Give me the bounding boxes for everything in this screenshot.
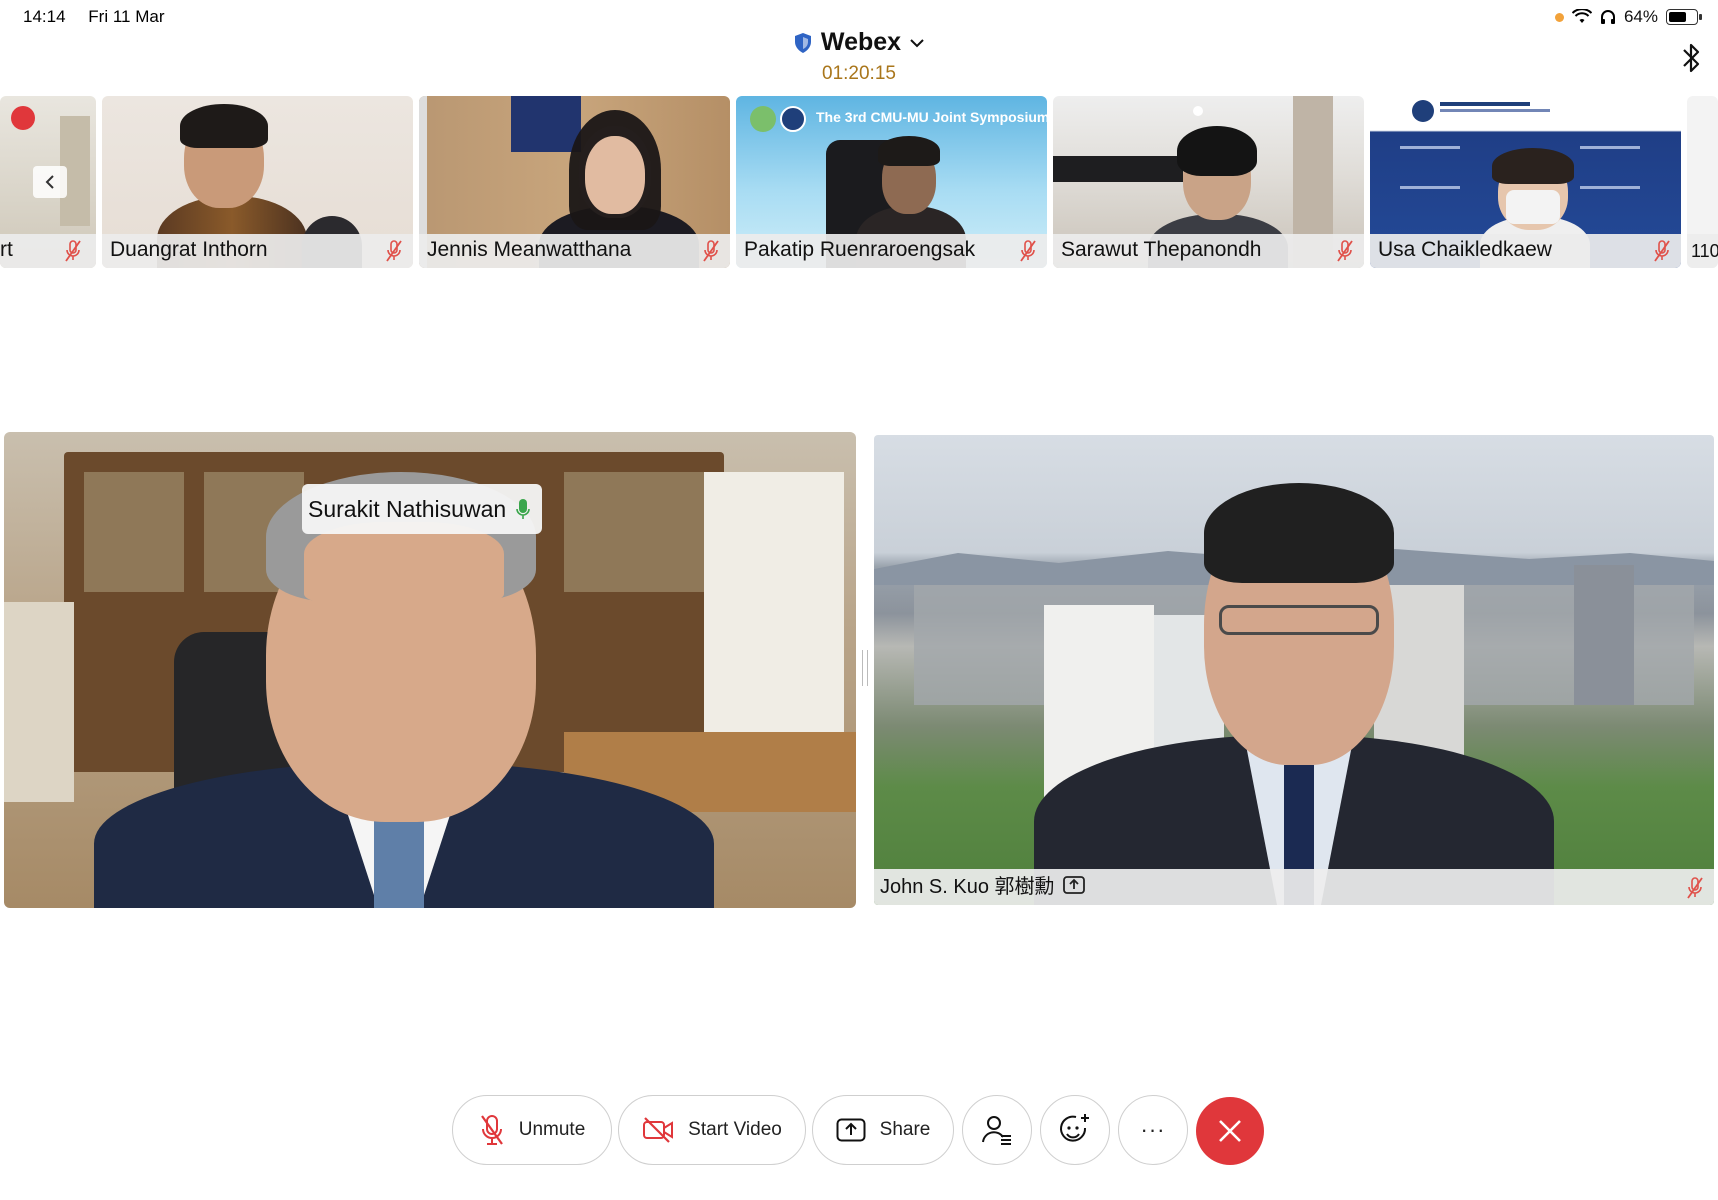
participant-name: rt — [0, 238, 13, 261]
mic-muted-icon — [1337, 240, 1353, 262]
university-logo-icon — [780, 106, 806, 132]
status-date: Fri 11 Mar — [88, 7, 165, 26]
slide-banner: The 3rd CMU-MU Joint Symposium — [816, 109, 1047, 125]
unmute-label: Unmute — [518, 1119, 586, 1140]
more-options-button[interactable]: ··· — [1118, 1095, 1188, 1165]
participant-tile-partial-right[interactable]: 110 — [1687, 96, 1718, 268]
participant-name: Sarawut Thepanondh — [1061, 238, 1262, 261]
participant-name: Usa Chaikledkaew — [1378, 238, 1552, 261]
necktie — [374, 812, 424, 908]
app-title: Webex — [820, 28, 902, 56]
muted-indicator-icon — [11, 106, 35, 130]
presenter-name: John S. Kuo 郭樹勳 — [880, 876, 1055, 898]
more-icon: ··· — [1140, 1117, 1166, 1142]
wifi-icon — [1571, 9, 1592, 23]
participant-tile[interactable]: Sarawut Thepanondh — [1053, 96, 1364, 268]
wall-painting — [511, 96, 581, 152]
meeting-timer: 01:20:15 — [822, 63, 896, 84]
participant-name: Jennis Meanwatthana — [427, 238, 632, 261]
start-video-label: Start Video — [688, 1119, 782, 1140]
split-divider-handle[interactable] — [862, 650, 868, 686]
participant-name: Duangrat Inthorn — [110, 238, 268, 261]
mic-muted-icon — [1654, 240, 1670, 262]
share-screen-icon — [836, 1118, 866, 1142]
battery-percent: 64% — [1623, 7, 1658, 26]
status-time: 14:14 — [23, 7, 66, 26]
shield-icon — [794, 32, 811, 53]
mic-muted-icon — [386, 240, 402, 262]
mic-muted-icon — [703, 240, 719, 262]
share-button[interactable]: Share — [812, 1095, 954, 1165]
speaker-name: Surakit Nathisuwan — [308, 495, 507, 522]
battery-icon — [1666, 9, 1702, 25]
eyeglasses — [1219, 605, 1379, 635]
participants-icon — [982, 1116, 1011, 1145]
active-speaker-label: Surakit Nathisuwan — [302, 484, 543, 534]
participant-tile[interactable]: Usa Chaikledkaew — [1370, 96, 1681, 268]
mic-muted-icon — [65, 240, 81, 262]
face-mask — [1506, 190, 1560, 224]
participant-tile[interactable]: The 3rd CMU-MU Joint Symposium Pakatip R… — [736, 96, 1047, 268]
filmstrip-prev-button[interactable] — [33, 166, 67, 198]
participant-tile-partial-left[interactable]: rt — [0, 96, 96, 268]
participant-tile[interactable]: Jennis Meanwatthana — [419, 96, 730, 268]
leave-meeting-button[interactable] — [1196, 1097, 1264, 1165]
participant-name: Pakatip Ruenraroengsak — [744, 238, 976, 261]
meeting-controls: Unmute Start Video Share ··· — [0, 1095, 1718, 1167]
close-icon — [1219, 1120, 1241, 1142]
video-off-icon — [643, 1117, 674, 1143]
mic-muted-icon — [1020, 240, 1036, 262]
mic-active-icon — [516, 499, 530, 519]
participant-tile[interactable]: Duangrat Inthorn — [102, 96, 413, 268]
bluetooth-icon — [1683, 43, 1700, 73]
chevron-down-icon — [910, 38, 924, 47]
meeting-title-dropdown[interactable]: Webex — [793, 28, 925, 57]
participant-count-label: 110 — [1691, 241, 1718, 261]
sharing-icon — [1062, 875, 1085, 894]
recording-dot-icon — [1554, 12, 1564, 22]
mic-muted-icon — [1687, 877, 1703, 899]
start-video-button[interactable]: Start Video — [618, 1095, 806, 1165]
participants-button[interactable] — [962, 1095, 1032, 1165]
unmute-button[interactable]: Unmute — [452, 1095, 612, 1165]
mic-muted-icon — [480, 1115, 503, 1145]
university-logo-icon — [1412, 100, 1434, 122]
emoji-add-icon — [1060, 1114, 1089, 1142]
headphones-icon — [1600, 10, 1615, 24]
presenter-video[interactable]: John S. Kuo 郭樹勳 — [874, 435, 1714, 905]
reactions-button[interactable] — [1040, 1095, 1110, 1165]
university-logo-icon — [750, 106, 776, 132]
share-label: Share — [879, 1119, 931, 1140]
chevron-left-icon — [45, 175, 54, 189]
